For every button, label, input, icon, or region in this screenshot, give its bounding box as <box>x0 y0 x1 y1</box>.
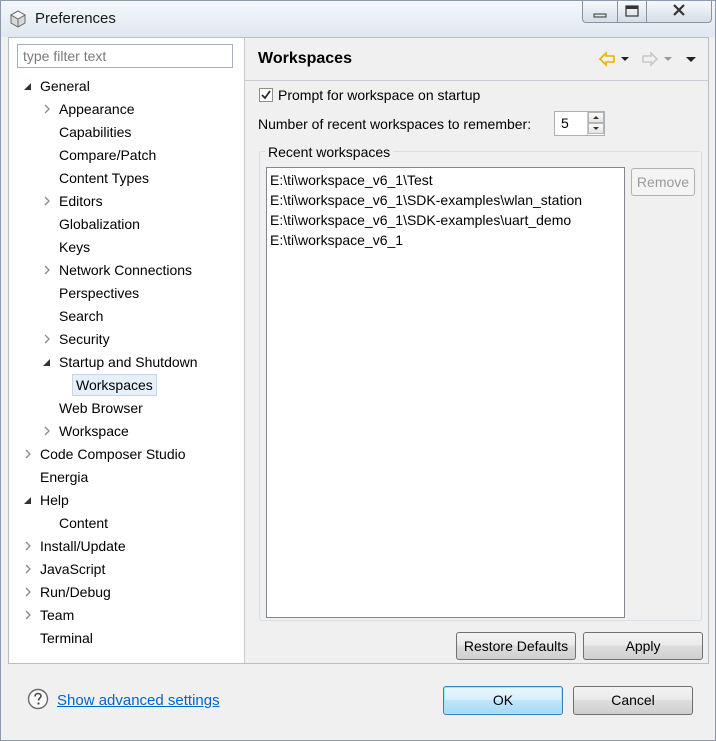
chevron-down-icon <box>593 127 599 130</box>
minimize-icon <box>593 13 607 18</box>
collapsed-twisty-icon[interactable] <box>40 102 54 116</box>
tree-item-label[interactable]: Appearance <box>56 98 138 120</box>
chevron-up-icon <box>593 116 599 119</box>
tree-item-label[interactable]: Perspectives <box>56 282 142 304</box>
list-item[interactable]: E:\ti\workspace_v6_1\SDK-examples\wlan_s… <box>270 190 582 210</box>
minimize-button[interactable] <box>582 1 618 23</box>
tree-item-label[interactable]: Code Composer Studio <box>37 443 189 465</box>
tree-item-label[interactable]: Capabilities <box>56 121 134 143</box>
window-title: Preferences <box>35 10 116 27</box>
maximize-icon <box>625 5 639 17</box>
expanded-twisty-icon[interactable] <box>40 355 54 369</box>
expanded-twisty-icon[interactable] <box>21 493 35 507</box>
preference-tree-pane: GeneralAppearanceCapabilitiesCompare/Pat… <box>9 38 245 663</box>
restore-defaults-button[interactable]: Restore Defaults <box>456 632 576 660</box>
header-separator <box>245 80 708 81</box>
forward-arrow-icon[interactable] <box>641 50 659 68</box>
collapsed-twisty-icon[interactable] <box>40 332 54 346</box>
expanded-twisty-icon[interactable] <box>21 79 35 93</box>
maximize-button[interactable] <box>617 1 647 23</box>
close-button[interactable] <box>646 1 712 23</box>
dialog-body: GeneralAppearanceCapabilitiesCompare/Pat… <box>8 37 709 664</box>
spinner-up-button[interactable] <box>588 112 604 123</box>
close-icon <box>673 4 685 16</box>
back-history-dropdown-icon[interactable] <box>619 50 631 68</box>
collapsed-twisty-icon[interactable] <box>40 263 54 277</box>
prompt-startup-checkbox[interactable] <box>259 88 273 102</box>
tree-item-label[interactable]: Energia <box>37 466 91 488</box>
tree-item-label[interactable]: Network Connections <box>56 259 195 281</box>
prompt-startup-label[interactable]: Prompt for workspace on startup <box>278 87 480 103</box>
recent-workspaces-group-title: Recent workspaces <box>265 144 394 160</box>
recent-count-value[interactable]: 5 <box>561 115 569 131</box>
list-item[interactable]: E:\ti\workspace_v6_1\Test <box>270 170 433 190</box>
collapsed-twisty-icon[interactable] <box>40 424 54 438</box>
spinner-buttons <box>587 112 604 135</box>
tree-item-label[interactable]: Security <box>56 328 113 350</box>
view-menu-icon[interactable] <box>685 50 697 68</box>
filter-input[interactable] <box>17 44 233 68</box>
tree-item-label[interactable]: JavaScript <box>37 558 108 580</box>
forward-history-dropdown-icon[interactable] <box>662 50 674 68</box>
tree-item-label[interactable]: Workspace <box>56 420 132 442</box>
tree-item-label[interactable]: Help <box>37 489 72 511</box>
collapsed-twisty-icon[interactable] <box>40 194 54 208</box>
tree-item-label[interactable]: Content <box>56 512 111 534</box>
recent-count-spinner[interactable]: 5 <box>554 111 605 136</box>
collapsed-twisty-icon[interactable] <box>21 585 35 599</box>
list-item[interactable]: E:\ti\workspace_v6_1 <box>270 230 403 250</box>
show-advanced-settings-link[interactable]: Show advanced settings <box>57 692 220 709</box>
recent-workspaces-list[interactable]: E:\ti\workspace_v6_1\Test E:\ti\workspace… <box>266 167 625 618</box>
preferences-app-icon <box>9 10 27 28</box>
tree-item-label[interactable]: Terminal <box>37 627 96 649</box>
dialog-footer: Show advanced settings OK Cancel <box>1 664 715 740</box>
collapsed-twisty-icon[interactable] <box>21 447 35 461</box>
list-item[interactable]: E:\ti\workspace_v6_1\SDK-examples\uart_d… <box>270 210 571 230</box>
title-bar[interactable]: Preferences <box>1 1 715 37</box>
spinner-down-button[interactable] <box>588 123 604 134</box>
tree-item-label[interactable]: Compare/Patch <box>56 144 159 166</box>
help-icon[interactable] <box>27 688 49 710</box>
tree-item-label[interactable]: Globalization <box>56 213 143 235</box>
ok-button[interactable]: OK <box>443 686 563 715</box>
apply-button[interactable]: Apply <box>583 632 703 660</box>
tree-item-label[interactable]: Editors <box>56 190 106 212</box>
tree-item-label[interactable]: Web Browser <box>56 397 146 419</box>
page-title: Workspaces <box>258 50 352 67</box>
checkmark-icon <box>261 90 271 100</box>
tree-item-label[interactable]: Search <box>56 305 106 327</box>
tree-item-label[interactable]: Run/Debug <box>37 581 114 603</box>
tree-item-label[interactable]: Install/Update <box>37 535 129 557</box>
collapsed-twisty-icon[interactable] <box>21 539 35 553</box>
remove-button[interactable]: Remove <box>631 168 695 196</box>
page-header: Workspaces <box>245 38 708 80</box>
tree-item-label[interactable]: General <box>37 75 93 97</box>
tree-item-label[interactable]: Content Types <box>56 167 152 189</box>
tree-item-label[interactable]: Startup and Shutdown <box>56 351 201 373</box>
collapsed-twisty-icon[interactable] <box>21 562 35 576</box>
preference-page: Workspaces Prompt for workspace on start… <box>245 38 708 663</box>
tree-item-label[interactable]: Keys <box>56 236 93 258</box>
tree-item-label[interactable]: Workspaces <box>72 374 157 396</box>
cancel-button[interactable]: Cancel <box>573 686 693 715</box>
back-arrow-icon[interactable] <box>598 50 616 68</box>
recent-count-label: Number of recent workspaces to remember: <box>258 116 532 132</box>
collapsed-twisty-icon[interactable] <box>21 608 35 622</box>
preferences-window: Preferences GeneralAppearanceCapabilitie… <box>0 0 716 741</box>
tree-item-label[interactable]: Team <box>37 604 77 626</box>
